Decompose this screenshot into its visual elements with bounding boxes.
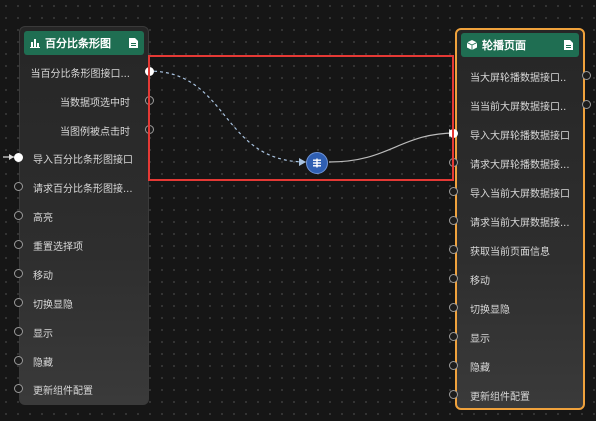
port-label: 导入百分比条形图接口 bbox=[33, 154, 133, 166]
port-row: 请求百分比条形图接... bbox=[33, 179, 133, 195]
port-label: 当当前大屏数据接口... bbox=[470, 101, 567, 113]
port-label: 高亮 bbox=[33, 212, 53, 224]
output-port[interactable] bbox=[582, 100, 591, 109]
port-label: 更新组件配置 bbox=[33, 385, 93, 397]
input-port[interactable] bbox=[449, 303, 458, 312]
input-port[interactable] bbox=[449, 274, 458, 283]
port-row: 切换显隐 bbox=[33, 295, 73, 311]
port-label: 重置选择项 bbox=[33, 241, 83, 253]
input-port[interactable] bbox=[14, 211, 23, 220]
input-port[interactable] bbox=[14, 384, 23, 393]
port-label: 隐藏 bbox=[470, 362, 490, 374]
input-port[interactable] bbox=[14, 182, 23, 191]
input-port[interactable] bbox=[14, 269, 23, 278]
flow-canvas[interactable]: 百分比条形图 当百分比条形图接口... 当数据项选中时 当图例被点击时 导入百分… bbox=[0, 0, 596, 421]
cube-icon bbox=[467, 40, 477, 50]
node-header[interactable]: 轮播页面 bbox=[461, 33, 579, 57]
port-row: 请求当前大屏数据接... bbox=[470, 213, 570, 229]
node-percent-bar-chart[interactable]: 百分比条形图 当百分比条形图接口... 当数据项选中时 当图例被点击时 导入百分… bbox=[14, 26, 154, 405]
port-label: 隐藏 bbox=[33, 357, 53, 369]
port-label: 当百分比条形图接口... bbox=[30, 68, 130, 80]
port-row: 更新组件配置 bbox=[470, 387, 530, 403]
port-row: 导入大屏轮播数据接口 bbox=[470, 126, 570, 142]
port-label: 当大屏轮播数据接口... bbox=[470, 72, 567, 84]
port-row: 移动 bbox=[33, 266, 53, 282]
port-row: 高亮 bbox=[33, 208, 53, 224]
input-port[interactable] bbox=[449, 390, 458, 399]
port-row: 更新组件配置 bbox=[33, 381, 93, 397]
input-port[interactable] bbox=[14, 298, 23, 307]
port-row: 当图例被点击时 bbox=[60, 122, 130, 138]
input-port[interactable] bbox=[14, 327, 23, 336]
port-label: 导入大屏轮播数据接口 bbox=[470, 130, 570, 142]
port-row: 隐藏 bbox=[33, 353, 53, 369]
document-icon[interactable] bbox=[128, 38, 138, 48]
input-port[interactable] bbox=[449, 361, 458, 370]
port-label: 切换显隐 bbox=[470, 304, 510, 316]
port-row: 当百分比条形图接口... bbox=[30, 64, 130, 80]
output-port[interactable] bbox=[582, 71, 591, 80]
bar-chart-icon bbox=[30, 38, 40, 48]
input-port[interactable] bbox=[449, 332, 458, 341]
transform-connector-node[interactable] bbox=[306, 152, 328, 174]
port-row: 移动 bbox=[470, 271, 490, 287]
input-port[interactable] bbox=[449, 245, 458, 254]
port-label: 导入当前大屏数据接口 bbox=[470, 188, 570, 200]
node-title: 轮播页面 bbox=[482, 39, 526, 52]
port-label: 请求当前大屏数据接... bbox=[470, 217, 570, 229]
port-row: 导入百分比条形图接口 bbox=[33, 150, 133, 166]
port-label: 获取当前页面信息 bbox=[470, 246, 550, 258]
port-label: 移动 bbox=[470, 275, 490, 287]
port-row: 导入当前大屏数据接口 bbox=[470, 184, 570, 200]
transform-icon bbox=[312, 158, 322, 168]
port-row: 当大屏轮播数据接口... bbox=[470, 68, 567, 84]
port-label: 移动 bbox=[33, 270, 53, 282]
port-label: 请求大屏轮播数据接... bbox=[470, 159, 570, 171]
node-header[interactable]: 百分比条形图 bbox=[24, 31, 144, 55]
document-icon[interactable] bbox=[563, 40, 573, 50]
port-row: 显示 bbox=[470, 329, 490, 345]
input-port[interactable] bbox=[14, 153, 23, 162]
port-label: 显示 bbox=[470, 333, 490, 345]
port-row: 当数据项选中时 bbox=[60, 93, 130, 109]
port-row: 请求大屏轮播数据接... bbox=[470, 155, 570, 171]
input-port[interactable] bbox=[14, 240, 23, 249]
port-label: 更新组件配置 bbox=[470, 391, 530, 403]
port-row: 切换显隐 bbox=[470, 300, 510, 316]
port-label: 当数据项选中时 bbox=[60, 97, 130, 109]
input-port[interactable] bbox=[449, 187, 458, 196]
port-label: 请求百分比条形图接... bbox=[33, 183, 133, 195]
port-row: 当当前大屏数据接口... bbox=[470, 97, 567, 113]
port-row: 隐藏 bbox=[470, 358, 490, 374]
selection-box bbox=[148, 55, 454, 181]
input-port[interactable] bbox=[14, 356, 23, 365]
input-port[interactable] bbox=[449, 216, 458, 225]
port-row: 获取当前页面信息 bbox=[470, 242, 550, 258]
port-label: 当图例被点击时 bbox=[60, 126, 130, 138]
node-title: 百分比条形图 bbox=[45, 37, 111, 50]
port-label: 切换显隐 bbox=[33, 299, 73, 311]
port-row: 重置选择项 bbox=[33, 237, 83, 253]
port-label: 显示 bbox=[33, 328, 53, 340]
node-carousel-page[interactable]: 轮播页面 当大屏轮播数据接口... 当当前大屏数据接口... 导入大屏轮播数据接… bbox=[449, 28, 591, 410]
port-row: 显示 bbox=[33, 324, 53, 340]
